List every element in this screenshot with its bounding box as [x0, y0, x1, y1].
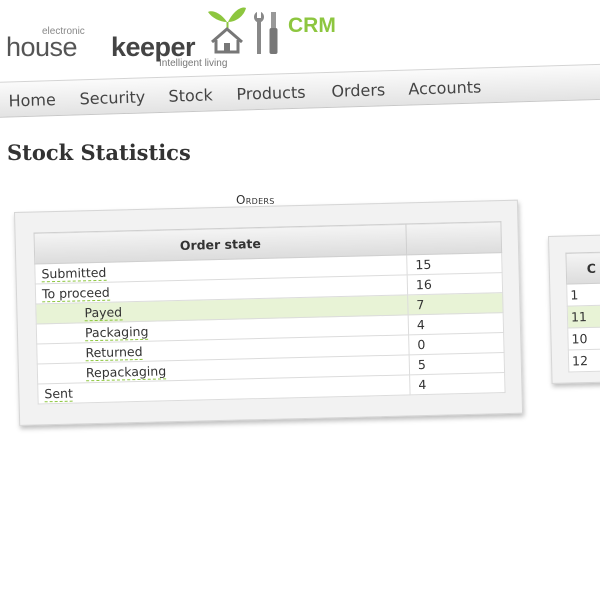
- tools-icon: [254, 12, 278, 54]
- second-panel: C 1 11 10 12: [548, 233, 600, 384]
- page-title: Stock Statistics: [7, 140, 191, 165]
- row-value: 1: [566, 282, 600, 307]
- table-row[interactable]: 10: [567, 326, 600, 351]
- brand-logo[interactable]: electronic house keeper Intelligent livi…: [6, 4, 386, 70]
- row-value: 16: [407, 272, 503, 295]
- second-table-header[interactable]: C: [565, 251, 600, 285]
- nav-accounts[interactable]: Accounts: [408, 77, 481, 98]
- main-navigation: Home Security Stock Products Orders Acco…: [0, 63, 600, 118]
- table-row[interactable]: 11: [567, 304, 600, 329]
- row-value: 0: [408, 332, 505, 355]
- row-value: 15: [406, 252, 503, 275]
- nav-orders[interactable]: Orders: [331, 80, 385, 101]
- nav-stock[interactable]: Stock: [168, 85, 213, 105]
- orders-table: Order state Submitted 15 To proceed 16 P…: [33, 221, 506, 405]
- row-value: 12: [568, 348, 600, 373]
- logo-tagline: Intelligent living: [159, 58, 228, 69]
- nav-products[interactable]: Products: [236, 83, 306, 104]
- row-value: 4: [408, 312, 504, 335]
- row-value: 7: [407, 292, 504, 315]
- crm-label: CRM: [288, 14, 336, 37]
- logo-house-text: house: [6, 32, 78, 62]
- column-header-count[interactable]: [405, 221, 502, 255]
- row-value: 5: [409, 352, 505, 375]
- house-leaf-icon: [208, 7, 246, 54]
- row-value: 10: [567, 326, 600, 351]
- row-value: 11: [567, 304, 600, 329]
- orders-panel: Order state Submitted 15 To proceed 16 P…: [14, 199, 524, 426]
- second-table: C 1 11 10 12: [565, 250, 600, 373]
- table-row[interactable]: 1: [566, 282, 600, 307]
- nav-security[interactable]: Security: [79, 87, 145, 108]
- row-value: 4: [409, 372, 506, 395]
- table-row[interactable]: 12: [568, 348, 600, 373]
- nav-home[interactable]: Home: [8, 90, 56, 110]
